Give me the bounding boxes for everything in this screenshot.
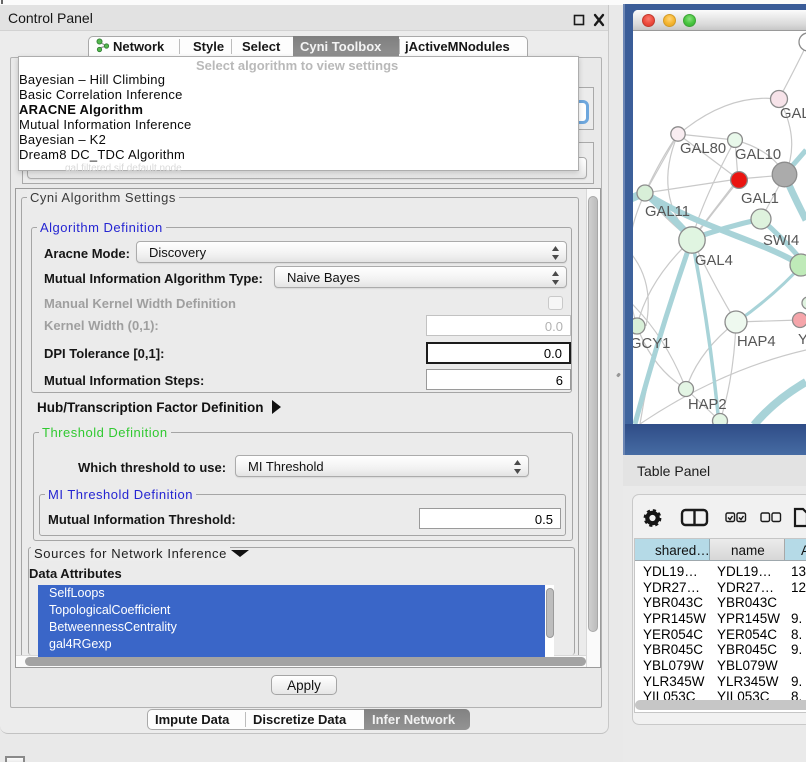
svg-text:GCY1: GCY1: [633, 336, 670, 352]
svg-text:HAP2: HAP2: [688, 397, 727, 413]
svg-text:Y: Y: [798, 332, 806, 348]
svg-text:GAL11: GAL11: [645, 204, 690, 220]
svg-text:GAL4: GAL4: [695, 253, 733, 269]
svg-text:HAP4: HAP4: [737, 334, 776, 350]
svg-text:GAL2: GAL2: [780, 106, 806, 122]
svg-text:GAL10: GAL10: [735, 147, 781, 163]
svg-text:GAL80: GAL80: [680, 141, 726, 157]
svg-text:GAL1: GAL1: [741, 191, 779, 207]
svg-text:SWI4: SWI4: [763, 233, 799, 249]
